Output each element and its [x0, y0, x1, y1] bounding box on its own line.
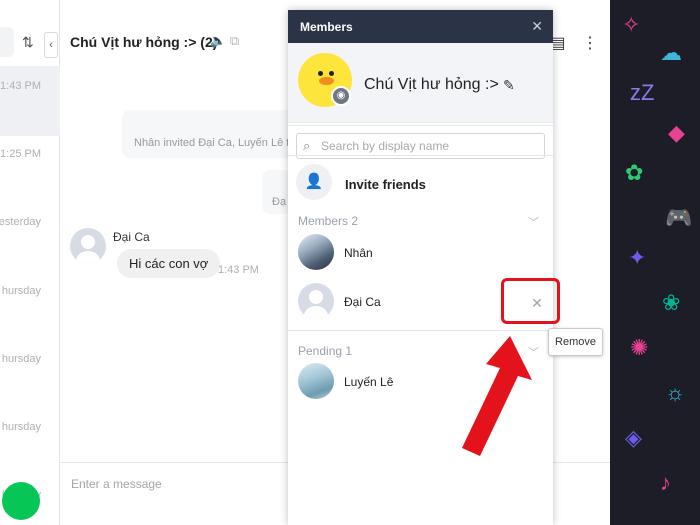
chat-title[interactable]: Chú Vịt hư hỏng :> (2): [70, 34, 217, 50]
doodle-icon: 🎮: [665, 205, 693, 230]
remove-tooltip: Remove: [548, 328, 603, 356]
edit-icon[interactable]: ✎: [503, 77, 515, 94]
new-chat-button[interactable]: [2, 482, 40, 520]
doodle-icon: ♪: [660, 470, 671, 495]
member-item[interactable]: Nhân: [298, 234, 543, 272]
wallpaper: ✧ ☁ zZ ◆ ✿ 🎮 ✦ ❀ ✺ ☼ ◈ ♪: [610, 0, 700, 525]
chat-list-time: 1:25 PM: [0, 148, 41, 160]
member-name: Luyến Lê: [344, 375, 394, 389]
doodle-icon: ✺: [630, 335, 649, 360]
highlight-box: [501, 278, 560, 324]
message-time: 1:43 PM: [218, 264, 259, 276]
doodle-icon: zZ: [630, 80, 655, 105]
doodle-icon: ☼: [665, 380, 686, 405]
chat-list-item-selected[interactable]: [0, 66, 60, 136]
search-icon: ⌕: [303, 138, 311, 153]
more-icon[interactable]: ⋮: [582, 35, 598, 52]
doodle-icon: ☁: [660, 40, 682, 65]
message-bubble[interactable]: Hi các con vợ: [117, 249, 221, 278]
invite-friends-button[interactable]: 👤 Invite friends: [296, 164, 545, 204]
divider: [288, 125, 553, 126]
collapse-icon[interactable]: ‹: [44, 32, 58, 58]
chevron-down-icon[interactable]: ﹀: [528, 214, 539, 230]
chat-title-icons: 🔈 ⧉: [210, 33, 239, 49]
members-panel-header: Members ✕: [288, 10, 553, 43]
doodle-icon: ✿: [625, 160, 644, 185]
add-user-icon: 👤: [296, 164, 332, 200]
group-name: Chú Vịt hư hỏng :>: [364, 76, 499, 93]
doodle-icon: ✧: [622, 12, 641, 37]
doodle-icon: ◈: [625, 425, 642, 450]
chat-list-time: hursday: [1, 421, 41, 433]
close-icon[interactable]: ✕: [531, 18, 543, 35]
group-profile: ◉ Chú Vịt hư hỏng :> ✎: [288, 43, 553, 123]
avatar: [298, 234, 334, 270]
chat-search-field[interactable]: [0, 27, 14, 57]
mute-icon[interactable]: 🔈: [210, 33, 226, 48]
camera-icon[interactable]: ◉: [331, 86, 351, 106]
members-section-label: Members 2: [298, 214, 359, 228]
member-name: Nhân: [344, 246, 373, 260]
avatar[interactable]: [70, 228, 106, 264]
sort-icon[interactable]: ⇅: [22, 34, 34, 51]
avatar: [298, 283, 334, 319]
chat-list-time: esterday: [0, 216, 41, 228]
copy-icon[interactable]: ⧉: [230, 33, 239, 48]
avatar: [298, 363, 334, 399]
chat-list-time: hursday: [1, 285, 41, 297]
panel-title: Members: [300, 20, 353, 34]
doodle-icon: ◆: [668, 120, 685, 145]
message-sender: Đại Ca: [113, 230, 150, 244]
chat-list-time: hursday: [1, 353, 41, 365]
annotation-arrow: [462, 336, 532, 456]
doodle-icon: ✦: [628, 245, 647, 270]
divider: [288, 155, 553, 156]
chat-list-time: 1:43 PM: [0, 80, 41, 92]
chat-list-panel: ⇅ ‹ 1:43 PM 1:25 PM esterday hursday hur…: [0, 0, 60, 525]
member-name: Đại Ca: [344, 295, 381, 309]
pending-section-label: Pending 1: [298, 344, 353, 358]
search-input[interactable]: [321, 136, 536, 156]
doodle-icon: ❀: [662, 290, 681, 315]
message-input-placeholder[interactable]: Enter a message: [71, 477, 162, 491]
invite-friends-label: Invite friends: [345, 177, 426, 192]
